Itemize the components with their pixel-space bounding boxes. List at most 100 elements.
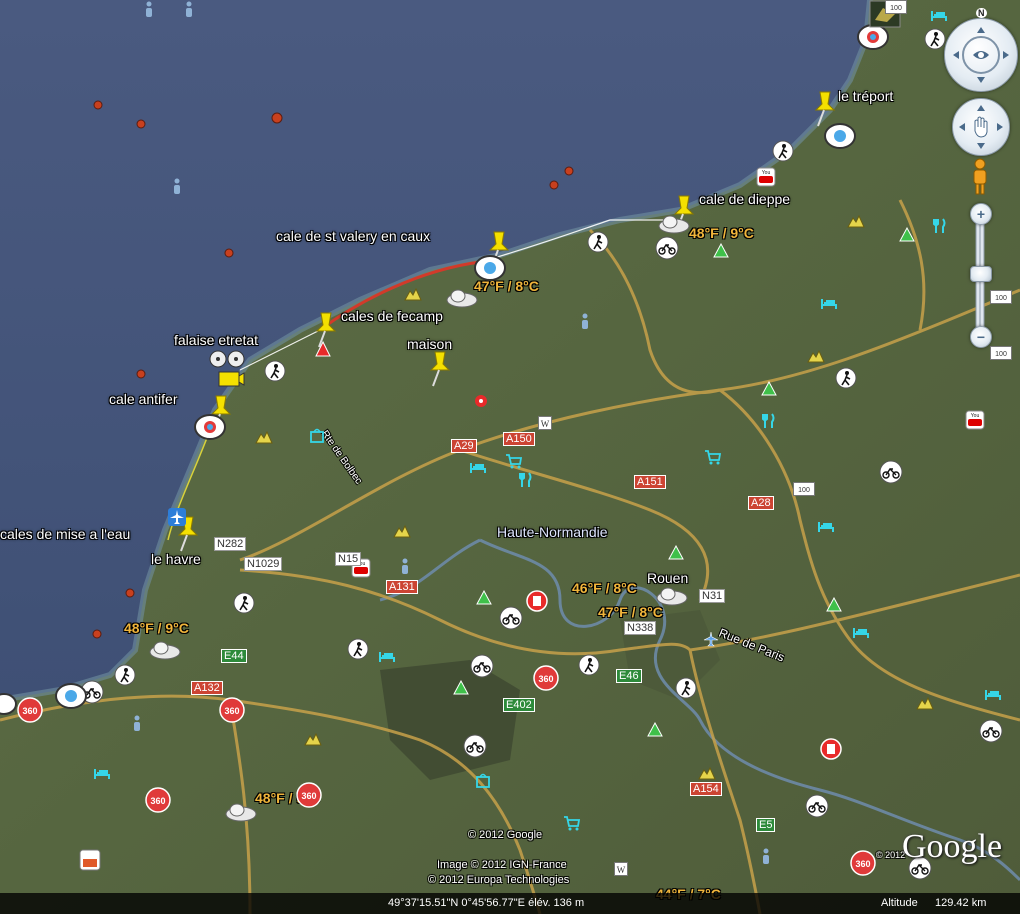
cloud-icon[interactable] (224, 802, 258, 822)
airport-icon[interactable] (168, 508, 186, 526)
wikipedia-icon[interactable]: W (538, 416, 552, 430)
cycling-icon[interactable] (463, 734, 487, 758)
harbor-icon[interactable] (473, 254, 507, 282)
info-person-icon[interactable] (128, 714, 146, 732)
placemark-maison[interactable]: maison (407, 336, 452, 352)
city-label-rouen[interactable]: Rouen (647, 570, 688, 586)
park-icon[interactable] (825, 597, 843, 615)
zoom-slider-thumb[interactable] (970, 266, 992, 282)
wikipedia-icon[interactable]: W (614, 862, 628, 876)
park-icon[interactable] (452, 680, 470, 698)
hotel-icon[interactable] (93, 764, 111, 782)
hill-icon[interactable] (847, 212, 865, 230)
cycling-icon[interactable] (805, 794, 829, 818)
placemark-cale-antifer[interactable]: cale antifer (109, 391, 177, 407)
weather-le-havre[interactable]: 48°F / 9°C (124, 620, 189, 636)
placemark-cales-de-fecamp[interactable]: cales de fecamp (341, 308, 443, 324)
panoramio-icon[interactable]: 100 (990, 290, 1012, 304)
harbor-icon[interactable] (0, 692, 18, 716)
map-view[interactable]: le tréport cale de dieppe cale de st val… (0, 0, 1020, 914)
park-icon[interactable] (712, 243, 730, 261)
landmark-icon[interactable] (314, 340, 332, 358)
weather-rouen-1[interactable]: 46°F / 8°C (572, 580, 637, 596)
hiking-icon[interactable] (587, 231, 609, 253)
harbor-icon[interactable] (54, 682, 88, 710)
info-person-icon[interactable] (757, 847, 775, 865)
cycling-icon[interactable] (879, 460, 903, 484)
landmark-icon[interactable] (526, 590, 548, 612)
hiking-icon[interactable] (114, 664, 136, 686)
placemark-falaise-etretat[interactable]: falaise etretat (174, 332, 258, 348)
cycling-icon[interactable] (979, 719, 1003, 743)
north-indicator[interactable]: N (976, 8, 987, 18)
placemark-le-treport[interactable]: le tréport (838, 88, 893, 104)
hill-icon[interactable] (304, 730, 322, 748)
panorama-360-icon[interactable]: 360 (533, 665, 559, 691)
pushpin-icon[interactable] (423, 348, 453, 390)
harbor-icon[interactable] (193, 413, 227, 441)
hill-icon[interactable] (698, 764, 716, 782)
restaurant-icon[interactable] (517, 471, 535, 489)
cloud-icon[interactable] (445, 288, 479, 308)
shopping-bag-icon[interactable] (308, 426, 326, 444)
restaurant-icon[interactable] (931, 217, 949, 235)
film-reel-icon[interactable] (209, 349, 245, 369)
weather-dieppe[interactable]: 48°F / 9°C (689, 225, 754, 241)
hiking-icon[interactable] (233, 592, 255, 614)
shopping-cart-icon[interactable] (505, 452, 523, 470)
cloud-icon[interactable] (655, 586, 689, 606)
cycling-icon[interactable] (499, 606, 523, 630)
cycling-icon[interactable] (655, 236, 679, 260)
hiking-icon[interactable] (264, 360, 286, 382)
hotel-icon[interactable] (820, 294, 838, 312)
info-person-icon[interactable] (180, 0, 198, 18)
hotel-icon[interactable] (852, 623, 870, 641)
camera-icon[interactable] (217, 368, 245, 390)
cycling-icon[interactable] (470, 654, 494, 678)
placemark-cale-de-st-valery[interactable]: cale de st valery en caux (276, 228, 430, 244)
harbor-icon[interactable] (823, 122, 857, 150)
hill-icon[interactable] (393, 522, 411, 540)
hotel-icon[interactable] (469, 458, 487, 476)
park-icon[interactable] (667, 545, 685, 563)
landmark-icon[interactable] (79, 849, 101, 871)
placemark-cale-de-dieppe[interactable]: cale de dieppe (699, 191, 790, 207)
look-control[interactable] (944, 18, 1018, 92)
hill-icon[interactable] (255, 428, 273, 446)
hotel-icon[interactable] (817, 517, 835, 535)
hiking-icon[interactable] (772, 140, 794, 162)
shopping-cart-icon[interactable] (704, 448, 722, 466)
restaurant-icon[interactable] (760, 412, 778, 430)
shopping-bag-icon[interactable] (474, 771, 492, 789)
hotel-icon[interactable] (378, 647, 396, 665)
park-icon[interactable] (475, 590, 493, 608)
zoom-out-button[interactable]: − (970, 326, 992, 348)
panoramio-icon[interactable]: 100 (990, 346, 1012, 360)
street-view-pegman-icon[interactable] (968, 157, 992, 197)
zoom-in-button[interactable]: + (970, 203, 992, 225)
hiking-icon[interactable] (835, 367, 857, 389)
park-icon[interactable] (898, 227, 916, 245)
youtube-icon[interactable]: You (756, 167, 776, 187)
youtube-icon[interactable]: You (965, 410, 985, 430)
placemark-le-havre[interactable]: le havre (151, 551, 201, 567)
shopping-cart-icon[interactable] (563, 814, 581, 832)
move-control[interactable] (952, 98, 1010, 156)
hill-icon[interactable] (404, 285, 422, 303)
hill-icon[interactable] (916, 694, 934, 712)
info-person-icon[interactable] (396, 557, 414, 575)
panorama-360-icon[interactable]: 360 (219, 697, 245, 723)
panoramio-icon[interactable]: 100 (885, 0, 907, 14)
hiking-icon[interactable] (578, 654, 600, 676)
cloud-icon[interactable] (148, 640, 182, 660)
info-person-icon[interactable] (576, 312, 594, 330)
cloud-icon[interactable] (657, 214, 691, 234)
panorama-360-icon[interactable]: 360 (145, 787, 171, 813)
landmark-icon[interactable] (472, 392, 490, 410)
panorama-360-icon[interactable]: 360 (17, 697, 43, 723)
hiking-icon[interactable] (347, 638, 369, 660)
info-person-icon[interactable] (168, 177, 186, 195)
panorama-360-icon[interactable]: 360 (296, 782, 322, 808)
placemark-cales-de-mise-a-leau[interactable]: cales de mise a l'eau (0, 526, 130, 542)
park-icon[interactable] (760, 381, 778, 399)
